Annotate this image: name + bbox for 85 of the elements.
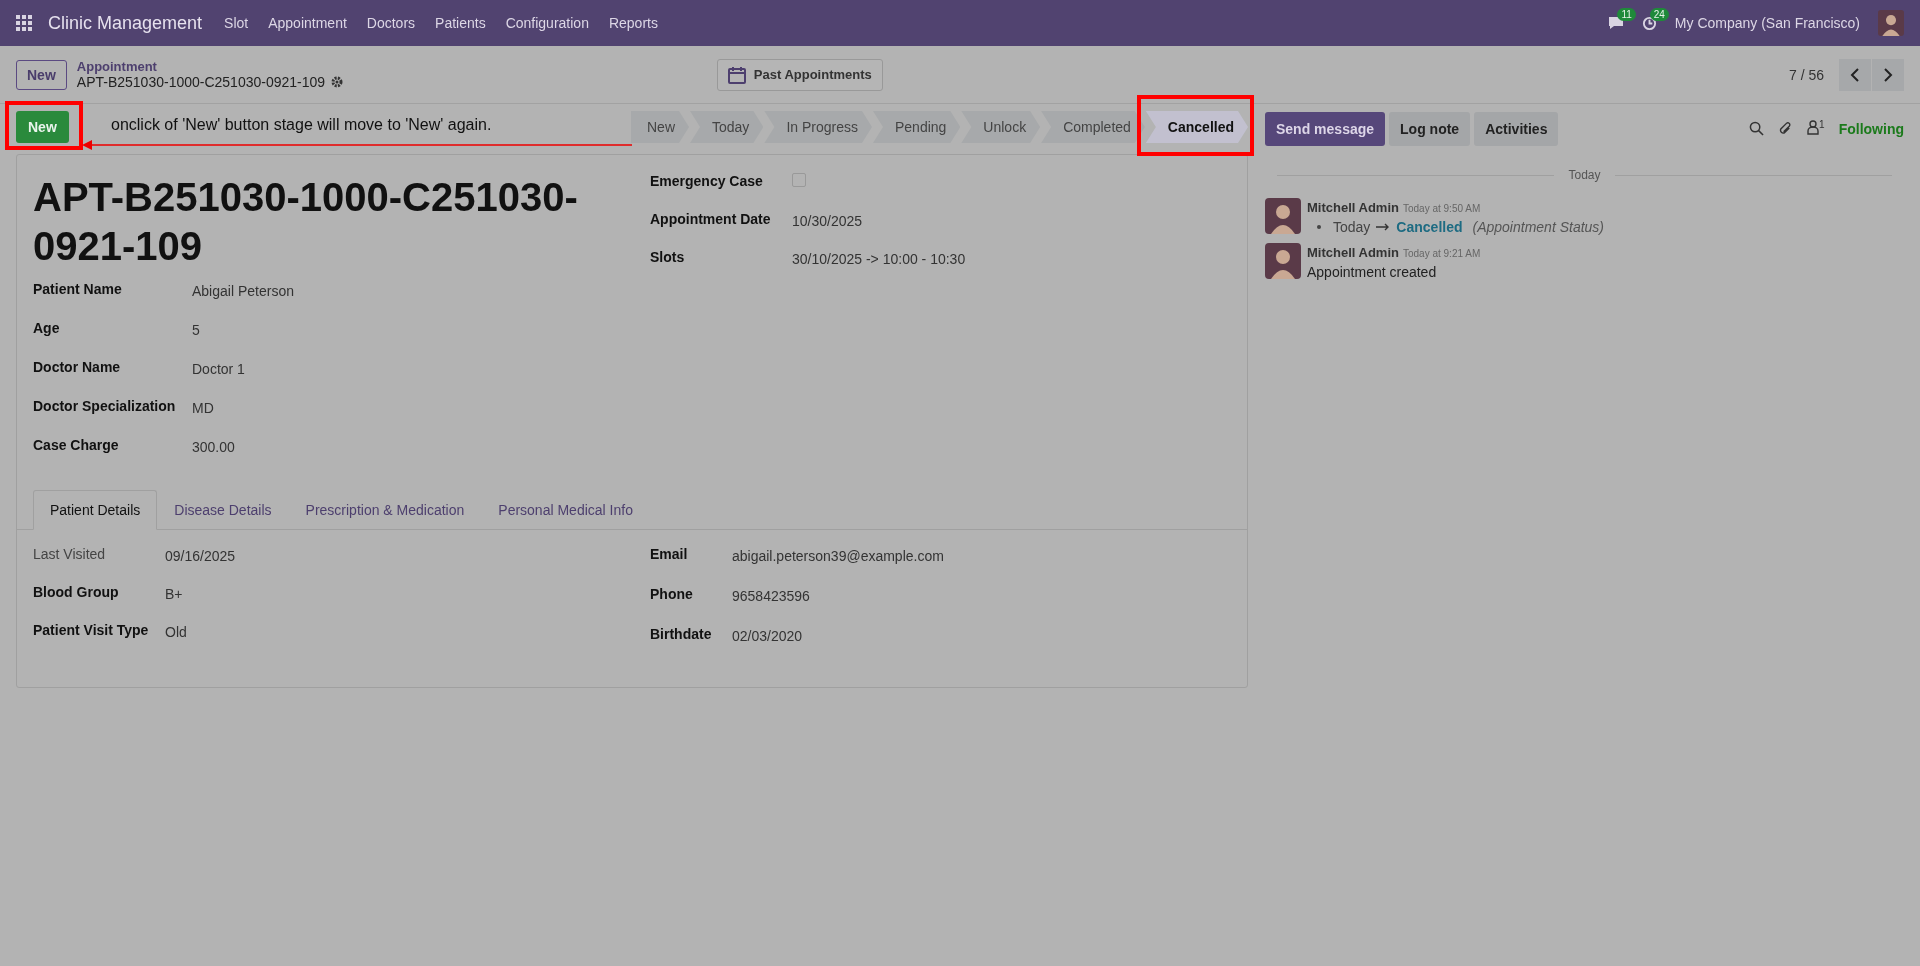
count-badge: 24 <box>1649 7 1669 21</box>
status-stage[interactable]: Pending <box>872 111 961 143</box>
field-label: Last Visited <box>33 545 107 562</box>
date-separator: Today <box>1568 168 1601 182</box>
chevron-right-icon <box>1883 67 1893 82</box>
field-label: Doctor Name <box>33 358 122 375</box>
new-button[interactable]: New <box>16 59 67 90</box>
field-label: Patient Visit Type <box>33 621 150 638</box>
field-label: Phone <box>650 585 694 602</box>
form-tab[interactable]: Personal Medical Info <box>481 489 650 530</box>
field-label: Doctor Specialization <box>33 397 177 414</box>
form-tab[interactable]: Disease Details <box>157 489 289 530</box>
arrow-icon <box>1376 223 1391 231</box>
person-icon[interactable] <box>1807 119 1820 135</box>
message-author: Mitchell Admin <box>1307 200 1399 215</box>
status-stage[interactable]: New <box>631 111 689 143</box>
new-value: Cancelled <box>1396 219 1463 235</box>
calendar-icon <box>727 65 746 84</box>
message-author: Mitchell Admin <box>1307 245 1399 260</box>
next-button[interactable] <box>1872 58 1904 91</box>
field-value: Abigail Peterson <box>192 281 295 299</box>
field-label: Case Charge <box>33 436 120 453</box>
follower-count: 1 <box>1819 119 1825 131</box>
menu-item[interactable]: Reports <box>600 15 666 31</box>
field-value: B+ <box>165 584 184 602</box>
chatter-button[interactable]: Log note <box>1389 112 1471 146</box>
avatar-icon <box>1265 243 1301 279</box>
apps-menu-icon[interactable] <box>16 15 32 31</box>
status-stage[interactable]: Completed <box>1041 111 1145 143</box>
count-badge: 11 <box>1617 8 1636 21</box>
chatter-button[interactable]: Send message <box>1265 112 1386 146</box>
field-label: Slots <box>650 249 686 265</box>
field-value: 300.00 <box>192 437 236 455</box>
status-stage[interactable]: Unlock <box>961 111 1041 143</box>
menu-item[interactable]: Patients <box>427 15 494 31</box>
menu-item[interactable]: Doctors <box>358 15 424 31</box>
field-value: Old <box>165 622 188 640</box>
bullet-icon <box>1317 225 1321 229</box>
breadcrumb-link[interactable]: Appointment <box>76 59 717 74</box>
chatter-button[interactable]: Activities <box>1474 112 1559 146</box>
pager-value: 7 / 56 <box>1788 66 1824 83</box>
field-label: Appointment Date <box>650 211 772 227</box>
status-stage[interactable]: In Progress <box>764 111 872 143</box>
field-value: Doctor 1 <box>192 359 246 377</box>
gear-icon[interactable] <box>331 76 344 88</box>
annotation-text: onclick of 'New' button stage will move to 'New' again. <box>111 116 492 134</box>
old-value: Today <box>1333 219 1371 235</box>
form-tab[interactable]: Prescription & Medication <box>288 489 482 530</box>
avatar-icon <box>1265 198 1301 234</box>
field-value: abigail.peterson39@example.com <box>732 546 945 564</box>
status-stage[interactable]: Today <box>690 111 764 143</box>
field-value: MD <box>192 398 215 416</box>
menu-item[interactable]: Configuration <box>497 15 597 31</box>
menu-item[interactable]: Appointment <box>260 15 355 31</box>
field-label: Age <box>33 319 61 336</box>
field-value: 30/10/2025 -> 10:00 - 10:30 <box>792 250 967 267</box>
app-name[interactable]: Clinic Management <box>48 12 203 34</box>
menu-item[interactable]: Slot <box>216 15 257 31</box>
form-tab[interactable]: Patient Details <box>33 489 158 530</box>
message-body: Appointment created <box>1307 264 1438 280</box>
company-name[interactable]: My Company (San Francisco) <box>1674 15 1860 31</box>
field-value: 02/03/2020 <box>732 626 804 644</box>
past-appointments-button[interactable]: Past Appointments <box>716 58 883 91</box>
search-icon[interactable] <box>1749 121 1765 137</box>
field-value: 09/16/2025 <box>165 546 237 564</box>
field-label: Birthdate <box>650 625 713 642</box>
message-time: Today at 9:50 AM <box>1402 203 1481 214</box>
tracked-field: (Appointment Status) <box>1472 219 1604 235</box>
message-time: Today at 9:21 AM <box>1402 248 1481 259</box>
field-value: 5 <box>192 320 201 338</box>
field-label: Emergency Case <box>650 173 764 189</box>
chat-icon[interactable] <box>1607 16 1624 30</box>
field-value: 10/30/2025 <box>792 212 864 229</box>
previous-button[interactable] <box>1839 58 1871 91</box>
stage-new-button[interactable]: New <box>16 111 69 143</box>
chevron-left-icon <box>1850 67 1860 82</box>
status-stage[interactable]: Cancelled <box>1145 111 1248 143</box>
field-value: 9658423596 <box>732 586 811 604</box>
checkbox[interactable] <box>792 173 806 187</box>
field-label: Email <box>650 545 689 562</box>
record-name: APT-B251030-1000-C251030-0921-109 <box>76 74 326 90</box>
field-label: Blood Group <box>33 583 120 600</box>
avatar-icon <box>1878 10 1904 36</box>
field-label: Patient Name <box>33 280 123 297</box>
record-title: APT-B251030-1000-C251030-0921-109 <box>33 174 579 270</box>
